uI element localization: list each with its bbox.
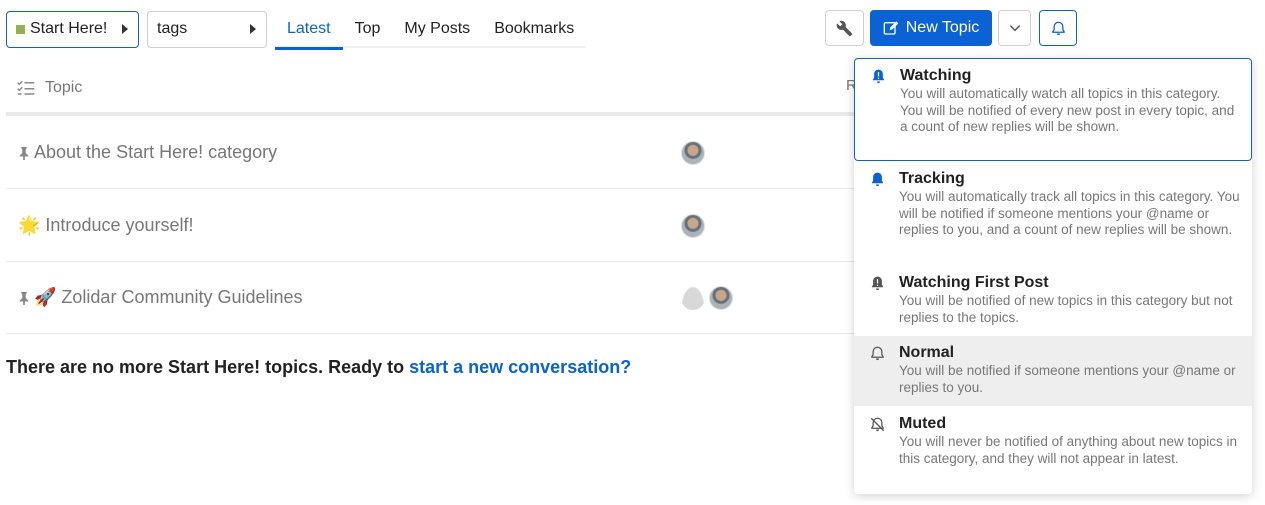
topic-posters: [681, 141, 705, 165]
navigation-bar: Start Here! tags Latest Top My Posts Boo…: [6, 10, 587, 50]
topic-link[interactable]: About the Start Here! category: [18, 142, 277, 163]
option-description: You will be notified if someone mentions…: [899, 363, 1236, 395]
new-topic-options-button[interactable]: [998, 10, 1031, 46]
tab-my-posts[interactable]: My Posts: [392, 10, 482, 48]
edit-icon: [883, 21, 899, 35]
option-description: You will never be notified of anything a…: [899, 434, 1237, 466]
notification-option-watching-first-post[interactable]: Watching First Post You will be notified…: [854, 266, 1252, 336]
avatar[interactable]: [681, 214, 705, 238]
notification-option-muted[interactable]: Muted You will never be notified of anyt…: [854, 407, 1252, 493]
topic-posters: [681, 286, 733, 310]
option-description: You will automatically track all topics …: [899, 189, 1240, 237]
option-title: Tracking: [899, 170, 965, 187]
notification-option-watching[interactable]: Watching You will automatically watch al…: [854, 58, 1252, 161]
category-breadcrumb[interactable]: Start Here!: [6, 10, 139, 48]
topic-link[interactable]: 🚀 Zolidar Community Guidelines: [18, 287, 303, 308]
topic-title: About the Start Here! category: [34, 142, 278, 162]
topic-link[interactable]: 🌟 Introduce yourself!: [18, 215, 194, 236]
tags-breadcrumb[interactable]: tags: [147, 10, 267, 48]
navigation-tabs: Latest Top My Posts Bookmarks: [275, 10, 587, 50]
wrench-icon: [836, 20, 853, 36]
bell-exclamation-icon: [872, 69, 885, 84]
notification-option-normal[interactable]: Normal You will be notified if someone m…: [854, 336, 1252, 406]
bell-exclamation-icon: [871, 276, 884, 291]
new-topic-label: New Topic: [905, 19, 980, 36]
no-more-topics-message: There are no more Start Here! topics. Re…: [6, 357, 631, 378]
tab-top[interactable]: Top: [343, 10, 393, 48]
list-check-icon[interactable]: [17, 80, 35, 96]
tab-bookmarks[interactable]: Bookmarks: [482, 10, 586, 48]
start-new-conversation-link[interactable]: start a new conversation?: [409, 357, 631, 377]
option-title: Normal: [899, 344, 955, 361]
category-color-swatch: [16, 24, 25, 34]
star-emoji-icon: 🌟: [18, 215, 41, 235]
option-description: You will automatically watch all topics …: [900, 86, 1235, 134]
rocket-emoji-icon: 🚀: [34, 287, 57, 307]
notification-option-tracking[interactable]: Tracking You will automatically track al…: [854, 162, 1252, 266]
category-breadcrumb-label: Start Here!: [30, 20, 108, 37]
option-title: Watching First Post: [899, 274, 1049, 291]
footer-text: There are no more Start Here! topics. Re…: [6, 357, 410, 377]
category-controls: New Topic: [825, 10, 1077, 46]
topic-title: Zolidar Community Guidelines: [61, 287, 303, 307]
chevron-down-icon: [1009, 25, 1020, 32]
avatar[interactable]: [681, 141, 705, 165]
option-title: Muted: [899, 415, 947, 432]
caret-right-icon: [122, 24, 128, 34]
category-admin-button[interactable]: [825, 10, 864, 46]
pin-icon: [18, 146, 30, 160]
notifications-button[interactable]: [1039, 10, 1077, 46]
bell-outline-icon: [871, 346, 884, 361]
default-avatar[interactable]: [681, 286, 705, 310]
caret-right-icon: [250, 24, 256, 34]
tags-breadcrumb-label: tags: [157, 20, 188, 37]
option-title: Watching: [900, 67, 972, 84]
notification-level-dropdown: Watching You will automatically watch al…: [854, 58, 1252, 494]
bell-icon: [1051, 21, 1065, 35]
topic-column-header[interactable]: Topic: [45, 79, 82, 97]
bell-icon: [871, 172, 884, 187]
option-description: You will be notified of new topics in th…: [899, 293, 1233, 325]
topic-title: Introduce yourself!: [45, 215, 194, 235]
bell-slash-icon: [870, 417, 885, 432]
new-topic-button[interactable]: New Topic: [870, 10, 992, 46]
pin-icon: [18, 291, 30, 305]
tab-latest[interactable]: Latest: [275, 10, 343, 50]
topic-posters: [681, 214, 705, 238]
page: Start Here! tags Latest Top My Posts Boo…: [0, 0, 1265, 505]
avatar[interactable]: [709, 286, 733, 310]
